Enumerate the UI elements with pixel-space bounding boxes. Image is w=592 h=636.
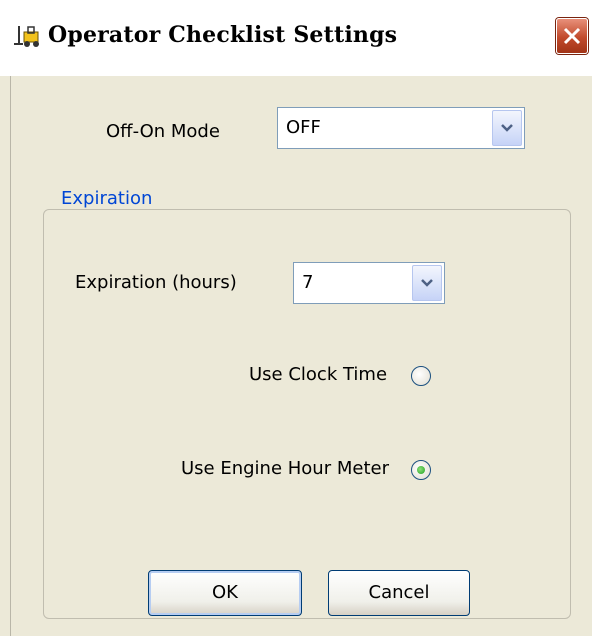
chevron-down-icon	[421, 279, 433, 287]
close-icon	[563, 27, 581, 45]
off-on-mode-label: Off-On Mode	[106, 121, 220, 142]
use-engine-hour-meter-label: Use Engine Hour Meter	[181, 458, 389, 479]
off-on-mode-value: OFF	[286, 117, 321, 138]
expiration-group-legend: Expiration	[57, 188, 157, 209]
expiration-hours-value: 7	[302, 272, 314, 293]
expiration-hours-label: Expiration (hours)	[75, 272, 237, 293]
radio-selected-dot	[417, 466, 425, 474]
ok-button[interactable]: OK	[148, 570, 302, 616]
close-button[interactable]	[556, 18, 588, 54]
title-bar: Operator Checklist Settings	[0, 0, 592, 76]
off-on-mode-dropdown-button[interactable]	[492, 110, 522, 146]
off-on-mode-select[interactable]: OFF	[277, 107, 525, 149]
use-engine-hour-meter-radio[interactable]	[411, 460, 431, 480]
expiration-hours-select[interactable]: 7	[293, 262, 445, 304]
use-clock-time-label: Use Clock Time	[249, 364, 388, 385]
dialog-client-area: Off-On Mode OFF Expiration Expiration (h…	[10, 76, 592, 636]
forklift-icon	[14, 24, 44, 50]
chevron-down-icon	[501, 124, 513, 132]
expiration-hours-dropdown-button[interactable]	[412, 265, 442, 301]
window-title: Operator Checklist Settings	[48, 22, 398, 48]
cancel-button[interactable]: Cancel	[328, 570, 470, 616]
use-clock-time-radio[interactable]	[411, 366, 431, 386]
